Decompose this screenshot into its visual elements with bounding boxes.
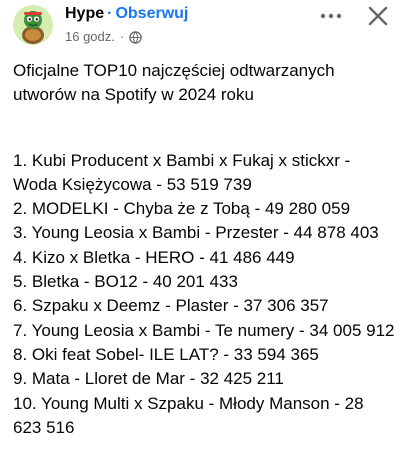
list-item: 9. Mata - Lloret de Mar - 32 425 211 <box>13 369 284 389</box>
list-item: 3. Young Leosia x Bambi - Przester - 44 … <box>13 223 379 243</box>
more-horizontal-icon <box>320 13 342 19</box>
close-icon <box>368 6 388 26</box>
list-item: 6. Szpaku x Deemz - Plaster - 37 306 357 <box>13 296 329 316</box>
post-timestamp[interactable]: 16 godz. <box>65 28 115 46</box>
list-item: 5. Bletka - BO12 - 40 201 433 <box>13 272 238 292</box>
turtle-avatar-icon <box>13 5 53 45</box>
globe-icon <box>129 30 142 44</box>
list-item: 10. Young Multi x Szpaku - Młody Manson … <box>13 393 364 437</box>
more-options-button[interactable] <box>316 6 346 26</box>
post-intro-text: Oficjalne TOP10 najczęściej odtwarzanych… <box>13 61 335 105</box>
post-meta: 16 godz. · <box>65 28 142 46</box>
author-line: Hype · Obserwuj <box>65 3 188 25</box>
list-item: 7. Young Leosia x Bambi - Te numery - 34… <box>13 320 395 340</box>
list-item: 8. Oki feat Sobel- ILE LAT? - 33 594 365 <box>13 344 319 364</box>
post-intro: Oficjalne TOP10 najczęściej odtwarzanych… <box>13 59 395 108</box>
list-item: 1. Kubi Producent x Bambi x Fukaj x stic… <box>13 150 351 194</box>
close-button[interactable] <box>364 2 392 30</box>
list-item: 2. MODELKI - Chyba że z Tobą - 49 280 05… <box>13 199 351 219</box>
post-text: Oficjalne TOP10 najczęściej odtwarzanych… <box>13 59 395 440</box>
author-separator: · <box>107 5 113 22</box>
meta-separator: · <box>119 29 125 44</box>
follow-button[interactable]: Obserwuj <box>115 5 188 22</box>
top10-list: 1. Kubi Producent x Bambi x Fukaj x stic… <box>13 149 395 441</box>
post-header: Hype · Obserwuj 16 godz. · <box>0 0 400 56</box>
author-name[interactable]: Hype <box>65 5 104 22</box>
avatar[interactable] <box>13 5 53 45</box>
poland-flag-icon <box>261 87 283 101</box>
list-item: 4. Kizo x Bletka - HERO - 41 486 449 <box>13 247 295 267</box>
